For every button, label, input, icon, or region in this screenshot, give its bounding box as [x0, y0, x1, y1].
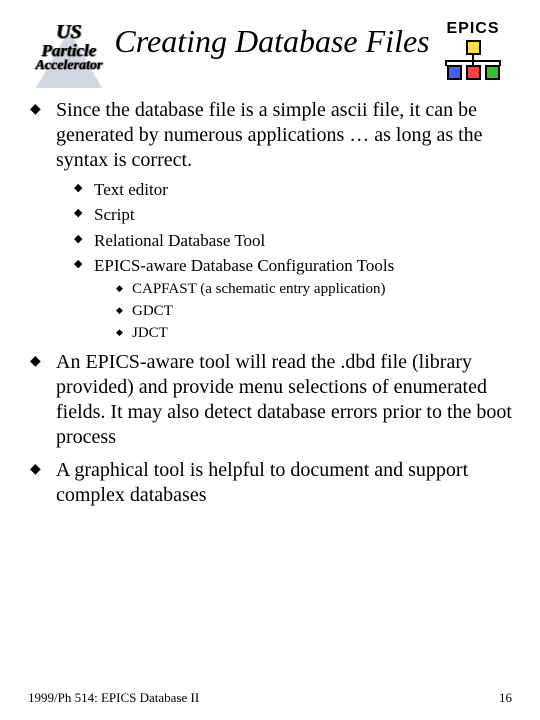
bullet-level3: CAPFAST (a schematic entry application) [114, 280, 512, 299]
bullet-text: EPICS-aware Database Configuration Tools [94, 256, 394, 275]
bullet-level1: A graphical tool is helpful to document … [28, 458, 512, 508]
logo-text-line1: US [28, 22, 110, 42]
footer-left: 1999/Ph 514: EPICS Database II [28, 690, 199, 706]
bullet-text: Since the database file is a simple asci… [56, 99, 483, 171]
us-particle-accelerator-logo: US Particle Accelerator [28, 20, 110, 73]
logo-text-line3: Accelerator [28, 59, 110, 73]
epics-logo: EPICS [434, 20, 512, 80]
bullet-level1: Since the database file is a simple asci… [28, 98, 512, 342]
bullet-text: Relational Database Tool [94, 231, 265, 250]
bullet-text: GDCT [132, 303, 173, 319]
bullet-level1: An EPICS-aware tool will read the .dbd f… [28, 350, 512, 450]
bullet-text: Script [94, 205, 135, 224]
bullet-level2: Text editor [72, 179, 512, 200]
bullet-level3: JDCT [114, 324, 512, 343]
bullet-text: A graphical tool is helpful to document … [56, 459, 468, 506]
slide-title: Creating Database Files [110, 20, 434, 60]
bullet-text: Text editor [94, 180, 168, 199]
bullet-level2: Relational Database Tool [72, 230, 512, 251]
bullet-text: JDCT [132, 325, 168, 341]
page-number: 16 [499, 690, 512, 706]
bullet-level2: Script [72, 204, 512, 225]
slide-header: US Particle Accelerator Creating Databas… [28, 20, 512, 80]
epics-logo-icon [434, 40, 512, 80]
slide-body: Since the database file is a simple asci… [28, 98, 512, 508]
epics-logo-text: EPICS [434, 20, 512, 38]
bullet-level2: EPICS-aware Database Configuration Tools… [72, 255, 512, 343]
bullet-text: CAPFAST (a schematic entry application) [132, 281, 386, 297]
bullet-level3: GDCT [114, 302, 512, 321]
bullet-text: An EPICS-aware tool will read the .dbd f… [56, 351, 512, 448]
slide-footer: 1999/Ph 514: EPICS Database II 16 [28, 690, 512, 706]
logo-text-line2: Particle [28, 42, 110, 59]
